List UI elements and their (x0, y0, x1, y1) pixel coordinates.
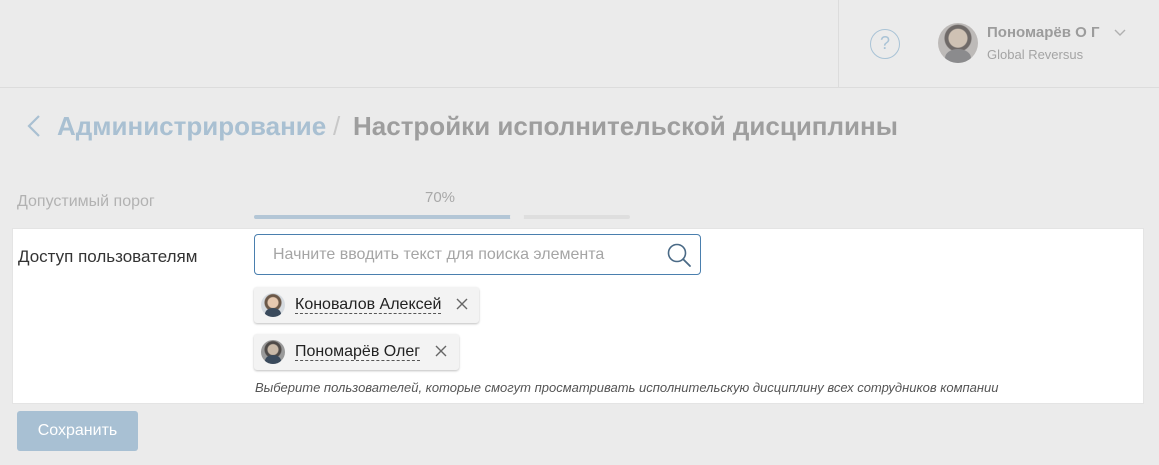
slider-thumb[interactable] (510, 210, 525, 224)
search-icon[interactable] (666, 242, 692, 268)
search-input[interactable] (255, 235, 655, 274)
user-search-field[interactable] (254, 234, 701, 275)
user-company: Global Reversus (987, 47, 1084, 62)
selected-user-chip: Коновалов Алексей (254, 287, 479, 323)
save-button[interactable]: Сохранить (17, 411, 138, 451)
avatar (261, 293, 285, 317)
user-name: Пономарёв О Г (987, 24, 1100, 41)
breadcrumb-separator: / (333, 111, 341, 141)
avatar (261, 340, 285, 364)
help-button[interactable]: ? (870, 29, 900, 59)
page-title: Настройки исполнительской дисциплины (353, 111, 898, 141)
access-label: Доступ пользователям (18, 247, 198, 266)
chevron-down-icon (1114, 29, 1126, 36)
chevron-left-icon[interactable] (26, 114, 42, 138)
access-hint: Выберите пользователей, которые смогут п… (255, 380, 999, 395)
threshold-slider[interactable] (254, 210, 630, 224)
threshold-value: 70% (425, 189, 456, 206)
topbar-divider (838, 0, 839, 88)
user-menu[interactable]: Пономарёв О Г Global Reversus (938, 22, 1138, 66)
user-link[interactable]: Пономарёв Олег (295, 343, 421, 361)
breadcrumb-parent-link[interactable]: Администрирование (57, 111, 326, 142)
avatar (938, 23, 978, 63)
slider-fill (254, 215, 518, 219)
selected-user-chip: Пономарёв Олег (254, 334, 459, 370)
user-link[interactable]: Коновалов Алексей (295, 296, 442, 314)
close-icon[interactable] (435, 345, 447, 357)
close-icon[interactable] (456, 298, 468, 310)
question-circle-icon: ? (879, 33, 890, 53)
top-bar: ? Пономарёв О Г Global Reversus (0, 0, 1159, 88)
access-panel: Доступ пользователям Коновалов Алексей П… (12, 228, 1144, 404)
threshold-label: Допустимый порог (17, 193, 155, 210)
